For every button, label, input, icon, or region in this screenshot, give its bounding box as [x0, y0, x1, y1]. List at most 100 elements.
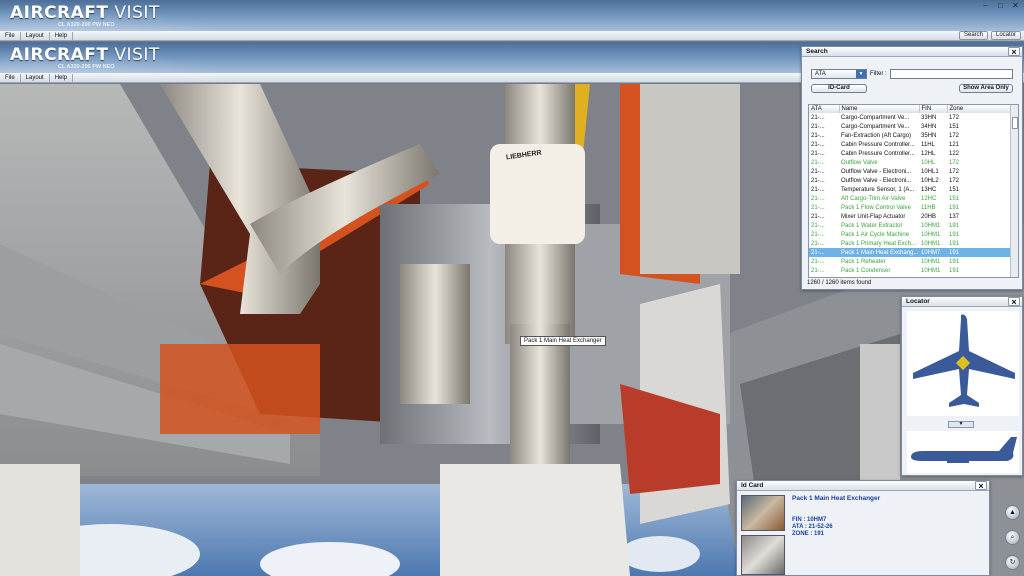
locator-side-view[interactable] — [907, 431, 1019, 473]
results-list[interactable]: ATA Name FIN Zone 21-... Cargo-Compartmen… — [808, 104, 1019, 278]
rotate-nav-button[interactable]: ↻ — [1005, 555, 1020, 570]
show-area-only-button[interactable]: Show Area Only — [959, 84, 1013, 93]
locator-panel-header: Locator × — [902, 297, 1022, 307]
cell-ata: 21-... — [809, 248, 839, 257]
cell-fin: 10HL — [921, 159, 936, 166]
component-tooltip: Pack 1 Main Heat Exchanger — [520, 336, 606, 346]
search-close-icon[interactable]: × — [1008, 47, 1020, 57]
table-row[interactable]: 21-... Aft Cargo-Trim Air-Valve 12HC 151 — [809, 194, 1018, 203]
table-row[interactable]: 21-... Cargo-Compartment Ve... 33HN 172 — [809, 113, 1018, 122]
inner-menu-layout[interactable]: Layout — [21, 73, 50, 82]
table-row[interactable]: 21-... Pack 1 Water Extractor 10HM1 191 — [809, 221, 1018, 230]
table-row[interactable]: 21-... Pack 1 Main Heat Exchang... 10HM7 19… — [809, 248, 1018, 257]
search-status: 1260 / 1260 items found — [807, 280, 872, 286]
locator-toggle-button[interactable]: Locator — [991, 31, 1022, 40]
table-row[interactable]: 21-... Fan-Extraction (Aft Cargo) 35HN 172 — [809, 131, 1018, 140]
cell-name: Fan-Extraction (Aft Cargo) — [841, 132, 912, 139]
id-card-component-name: Pack 1 Main Heat Exchanger — [792, 495, 881, 502]
table-row[interactable]: 21-... Pack 1 Flow Control Valve 11HB 191 — [809, 203, 1018, 212]
table-row[interactable]: 21-... Outflow Valve 10HL 172 — [809, 158, 1018, 167]
id-card-panel-header: Id Card × — [737, 481, 989, 491]
cell-fin: 12HC — [921, 195, 937, 202]
column-fin[interactable]: FIN — [919, 105, 948, 113]
home-nav-button[interactable]: ▲ — [1005, 505, 1020, 520]
inner-menu-help[interactable]: Help — [50, 73, 74, 82]
cell-ata: 21-... — [811, 177, 825, 184]
locator-top-view[interactable] — [907, 311, 1019, 416]
menu-help[interactable]: Help — [50, 31, 74, 40]
table-row[interactable]: 21-... Pack 1 Primary Heat Exch... 10HM1 19… — [809, 239, 1018, 248]
filter-label: Filter : — [870, 71, 887, 77]
table-row[interactable]: 21-... Pack 1 Condenser 10HM1 191 — [809, 266, 1018, 275]
column-zone[interactable]: Zone — [947, 105, 1018, 113]
filter-input[interactable] — [890, 69, 1013, 79]
cell-ata: 21-... — [811, 168, 825, 175]
cell-fin: 10HL1 — [921, 168, 939, 175]
cell-ata: 21-... — [811, 231, 825, 238]
cell-fin: 13HC — [921, 186, 937, 193]
table-row[interactable]: 21-... Cabin Pressure Controller... 12HL 12… — [809, 149, 1018, 158]
id-card-panel: Id Card × Pack 1 Main Heat Exchanger FIN … — [736, 480, 990, 576]
table-row[interactable]: 21-... Cargo-Compartment Ve... 34HN 151 — [809, 122, 1018, 131]
cell-zone: 191 — [949, 267, 960, 274]
cell-name: Aft Cargo-Trim Air-Valve — [841, 195, 906, 202]
cell-zone: 137 — [949, 213, 960, 220]
results-table: ATA Name FIN Zone 21-... Cargo-Compartmen… — [809, 105, 1018, 275]
cell-name: Pack 1 Flow Control Valve — [841, 204, 911, 211]
cell-ata: 21-... — [811, 132, 825, 139]
cell-fin: 20HB — [921, 213, 937, 220]
search-toggle-button[interactable]: Search — [959, 31, 989, 40]
maximize-icon[interactable]: □ — [994, 1, 1007, 11]
id-card-zone: ZONE : 191 — [792, 531, 825, 537]
menu-layout[interactable]: Layout — [21, 31, 50, 40]
cell-name: Cabin Pressure Controller... — [841, 141, 915, 148]
cell-name: Outflow Valve - Electroni... — [841, 168, 912, 175]
locator-chevron[interactable]: ▼ — [948, 421, 974, 428]
cell-ata: 21-... — [811, 213, 825, 220]
cell-name: Pack 1 Main Heat Exchang... — [839, 248, 919, 257]
window-titlebar: AIRCRAFT VISIT CL A320-200 PW NEO – □ ✕ — [0, 0, 1024, 32]
column-ata[interactable]: ATA — [809, 105, 840, 113]
id-card-ata: ATA : 21-52-26 — [792, 524, 833, 530]
locator-close-icon[interactable]: × — [1008, 297, 1020, 307]
table-row[interactable]: 21-... Outflow Valve - Electroni... 10HL1 1… — [809, 167, 1018, 176]
cell-fin: 10HM1 — [921, 240, 941, 247]
cell-zone: 191 — [949, 204, 960, 211]
cell-zone: 172 — [949, 159, 960, 166]
column-name[interactable]: Name — [839, 105, 920, 113]
cell-fin: 11HB — [921, 204, 936, 211]
ata-select[interactable]: ATA ▼ — [811, 69, 867, 79]
inner-menu-file[interactable]: File — [0, 73, 21, 82]
cell-ata: 21-... — [811, 186, 825, 193]
table-row[interactable]: 21-... Temperature Sensor, 1 (A... 13HC 151 — [809, 185, 1018, 194]
cell-zone: 172 — [949, 132, 960, 139]
minimize-icon[interactable]: – — [979, 1, 992, 11]
cell-name: Cabin Pressure Controller... — [841, 150, 915, 157]
cell-name: Temperature Sensor, 1 (A... — [841, 186, 915, 193]
cell-zone: 191 — [949, 222, 960, 229]
id-card-close-icon[interactable]: × — [975, 481, 987, 491]
cell-name: Pack 1 Water Extractor — [841, 222, 903, 229]
id-card-button[interactable]: ID-Card — [811, 84, 867, 93]
table-row[interactable]: 21-... Mixer Unit-Flap Actuator 20HB 137 — [809, 212, 1018, 221]
id-card-fin: FIN : 10HM7 — [792, 517, 827, 523]
table-row[interactable]: 21-... Pack 1 Air Cycle Machine 10HM1 191 — [809, 230, 1018, 239]
table-row[interactable]: 21-... Cabin Pressure Controller... 11HL 12… — [809, 140, 1018, 149]
zoom-nav-button[interactable]: ⌕ — [1005, 530, 1020, 545]
id-card-thumbnail-1[interactable] — [741, 495, 785, 531]
cell-zone: 151 — [949, 123, 960, 130]
cell-name: Mixer Unit-Flap Actuator — [841, 213, 906, 220]
cell-ata: 21-... — [811, 150, 825, 157]
cell-name: Pack 1 Reheater — [841, 258, 886, 265]
menu-file[interactable]: File — [0, 31, 21, 40]
table-row[interactable]: 21-... Pack 1 Reheater 10HM1 191 — [809, 257, 1018, 266]
search-panel: Search × ATA ▼ Filter : ID-Card Show Area… — [801, 46, 1023, 290]
cell-fin: 34HN — [921, 123, 937, 130]
id-card-thumbnail-2[interactable] — [741, 535, 785, 575]
close-icon[interactable]: ✕ — [1009, 1, 1022, 11]
results-scrollbar[interactable] — [1010, 105, 1018, 277]
search-panel-header: Search × — [802, 47, 1022, 57]
scrollbar-thumb[interactable] — [1012, 117, 1018, 129]
cell-fin: 10HM1 — [921, 267, 941, 274]
table-row[interactable]: 21-... Outflow Valve - Electroni... 10HL2 1… — [809, 176, 1018, 185]
